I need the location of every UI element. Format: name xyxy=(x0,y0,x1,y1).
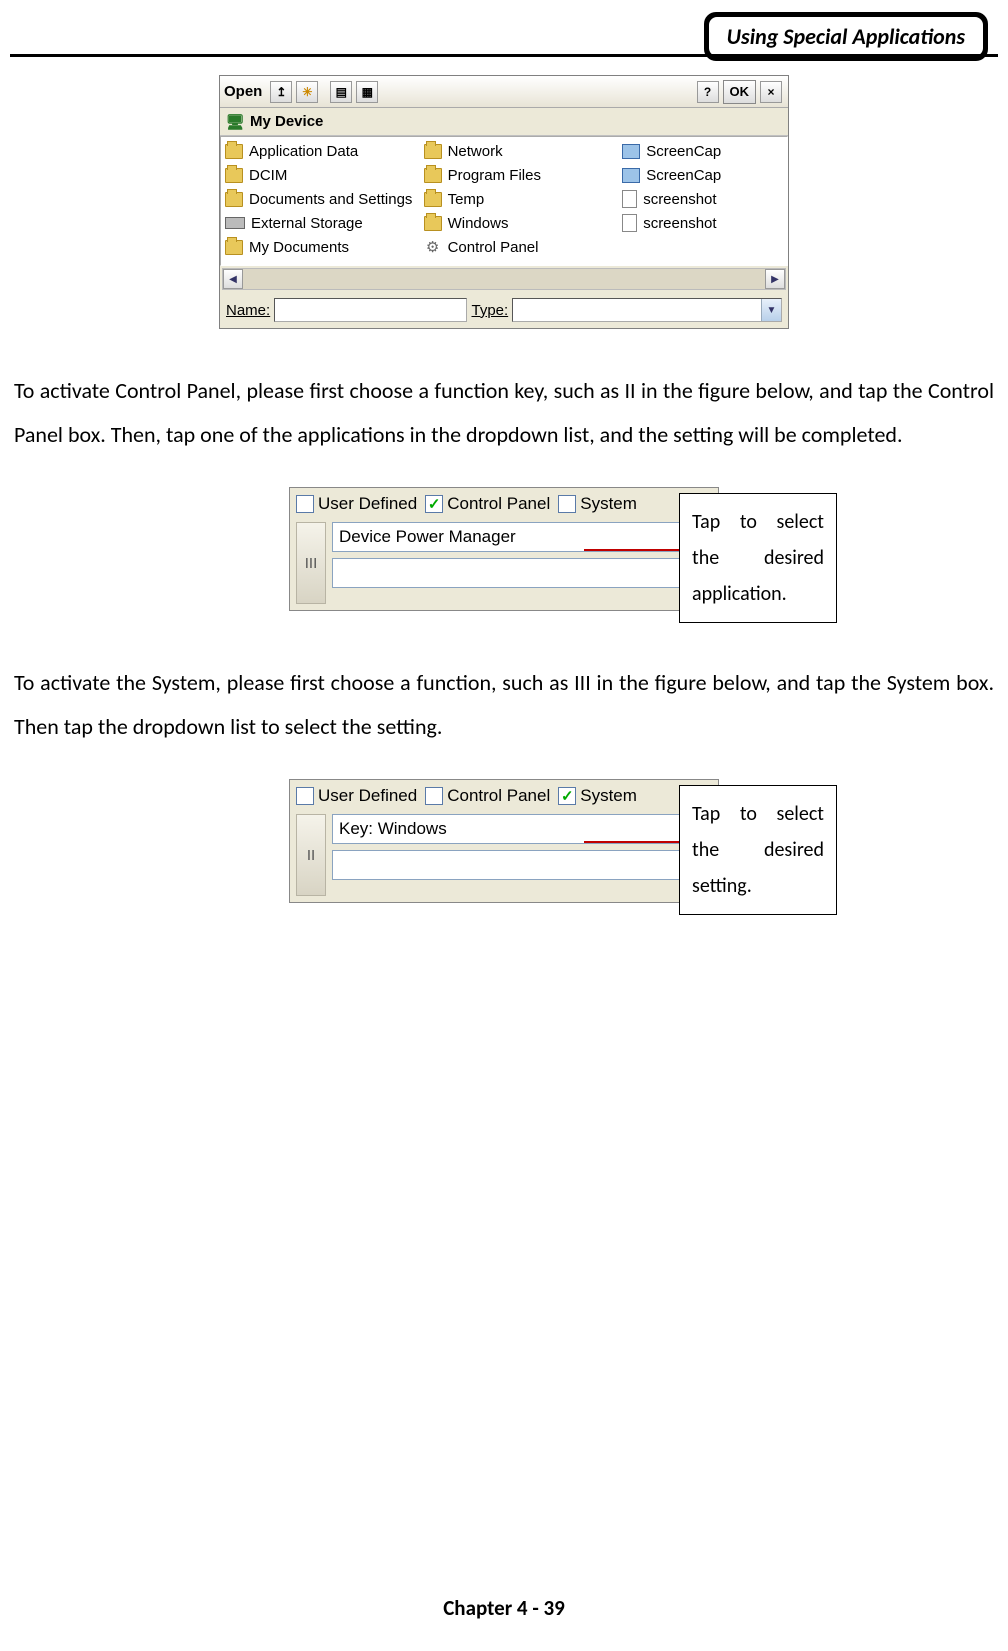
file-item[interactable]: ⚙Control Panel xyxy=(420,235,619,259)
folder-icon xyxy=(225,240,243,255)
file-icon xyxy=(622,214,637,232)
setting-dropdown[interactable]: Key: Windows ▼ xyxy=(332,814,712,844)
file-item[interactable]: My Documents xyxy=(221,235,420,259)
file-item[interactable]: Network xyxy=(420,139,619,163)
folder-icon xyxy=(225,192,243,207)
page-footer: Chapter 4 - 39 xyxy=(0,1595,1008,1621)
scroll-right-icon[interactable]: ▶ xyxy=(765,269,785,289)
callout-box: Tap to select the desired application. xyxy=(679,493,837,623)
checkbox-system[interactable] xyxy=(558,495,576,513)
file-item[interactable]: Documents and Settings xyxy=(221,187,420,211)
callout-line xyxy=(584,549,679,551)
header-title: Using Special Applications xyxy=(709,17,983,56)
blank-field[interactable] xyxy=(332,558,712,588)
dropdown-value: Key: Windows xyxy=(339,819,447,839)
checkbox-user-defined[interactable] xyxy=(296,787,314,805)
checkbox-control-panel[interactable]: ✓ xyxy=(425,495,443,513)
callout-line xyxy=(584,841,679,843)
dropdown-value: Device Power Manager xyxy=(339,527,516,547)
header-divider xyxy=(10,54,998,57)
side-tab[interactable]: III xyxy=(296,522,326,604)
file-item[interactable]: ScreenCap xyxy=(618,163,787,187)
file-item[interactable]: ScreenCap xyxy=(618,139,787,163)
file-list: Application Data DCIM Documents and Sett… xyxy=(220,136,788,266)
scroll-left-icon[interactable]: ◀ xyxy=(223,269,243,289)
location-bar[interactable]: 🖥 My Device xyxy=(220,108,788,136)
folder-icon xyxy=(225,144,243,159)
device-icon: 🖥 xyxy=(226,113,244,131)
close-icon[interactable]: × xyxy=(760,81,782,103)
file-item[interactable]: screenshot xyxy=(618,211,787,235)
checkbox-system[interactable]: ✓ xyxy=(558,787,576,805)
name-label: Name: xyxy=(226,302,270,319)
folder-icon xyxy=(225,168,243,183)
scroll-track[interactable] xyxy=(243,269,765,289)
drive-icon xyxy=(225,217,245,229)
location-text: My Device xyxy=(250,113,323,130)
blank-field[interactable] xyxy=(332,850,712,880)
horizontal-scrollbar[interactable]: ◀ ▶ xyxy=(222,268,786,290)
side-tab[interactable]: II xyxy=(296,814,326,896)
folder-icon xyxy=(424,144,442,159)
checkbox-control-panel[interactable] xyxy=(425,787,443,805)
file-item[interactable]: Temp xyxy=(420,187,619,211)
file-item[interactable]: DCIM xyxy=(221,163,420,187)
up-folder-icon[interactable]: ↥ xyxy=(270,81,292,103)
ok-button[interactable]: OK xyxy=(723,80,757,104)
file-item[interactable]: Program Files xyxy=(420,163,619,187)
callout-box: Tap to select the desired setting. xyxy=(679,785,837,915)
view-list-icon[interactable]: ▤ xyxy=(330,81,352,103)
paragraph-2: To activate the System, please first cho… xyxy=(14,661,994,749)
type-label: Type: xyxy=(471,302,508,319)
checkbox-user-defined[interactable] xyxy=(296,495,314,513)
view-details-icon[interactable]: ▦ xyxy=(356,81,378,103)
type-combo[interactable]: ▼ xyxy=(512,298,782,322)
checkbox-row: User Defined Control Panel ✓System xyxy=(290,780,718,814)
image-icon xyxy=(622,144,640,159)
file-item[interactable]: screenshot xyxy=(618,187,787,211)
file-item[interactable]: Windows xyxy=(420,211,619,235)
file-item[interactable]: External Storage xyxy=(221,211,420,235)
chevron-down-icon[interactable]: ▼ xyxy=(761,299,781,321)
file-icon xyxy=(622,190,637,208)
application-dropdown[interactable]: Device Power Manager ▼ xyxy=(332,522,712,552)
new-folder-icon[interactable]: ✳ xyxy=(296,81,318,103)
filename-row: Name: Type: ▼ xyxy=(220,292,788,328)
open-dialog-titlebar: Open ↥ ✳ ▤ ▦ ? OK × xyxy=(220,76,788,108)
help-icon[interactable]: ? xyxy=(697,81,719,103)
file-item[interactable]: Application Data xyxy=(221,139,420,163)
paragraph-1: To activate Control Panel, please first … xyxy=(14,369,994,457)
open-dialog-title: Open xyxy=(224,83,262,100)
folder-icon xyxy=(424,168,442,183)
control-panel-icon: ⚙ xyxy=(424,238,442,256)
folder-icon xyxy=(424,192,442,207)
image-icon xyxy=(622,168,640,183)
folder-icon xyxy=(424,216,442,231)
open-dialog: Open ↥ ✳ ▤ ▦ ? OK × 🖥 My Device Applicat… xyxy=(219,75,789,329)
checkbox-row: User Defined ✓Control Panel System xyxy=(290,488,718,522)
name-input[interactable] xyxy=(274,298,467,322)
